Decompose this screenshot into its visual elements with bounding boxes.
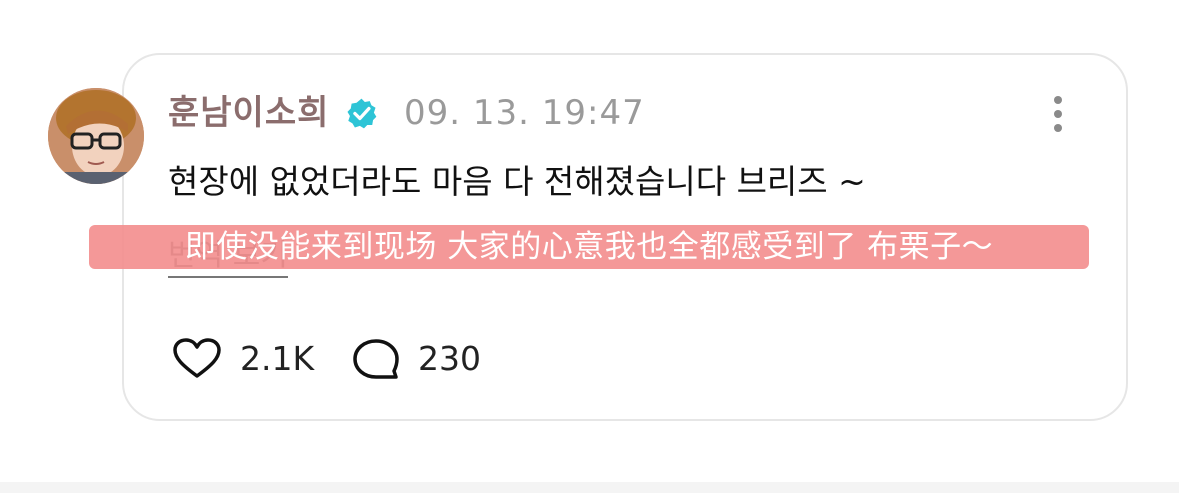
avatar[interactable] xyxy=(48,88,144,184)
avatar-image xyxy=(48,88,144,184)
comment-count: 230 xyxy=(418,339,481,378)
comment-button[interactable]: 230 xyxy=(352,336,492,382)
translation-overlay: 即使没能来到现场 大家的心意我也全都感受到了 布栗子～ xyxy=(89,225,1089,269)
post-timestamp: 09. 13. 19:47 xyxy=(404,93,645,133)
like-count: 2.1K xyxy=(240,339,315,378)
comment-bubble-icon xyxy=(353,339,399,379)
like-button[interactable]: 2.1K xyxy=(172,336,322,382)
verified-badge-icon xyxy=(347,98,377,129)
bottom-divider xyxy=(0,482,1179,493)
more-vertical-icon[interactable] xyxy=(1046,94,1070,134)
post-text: 현장에 없었더라도 마음 다 전해졌습니다 브리즈 ~ xyxy=(168,162,866,201)
heart-icon xyxy=(173,338,221,378)
username[interactable]: 훈남이소희 xyxy=(168,92,329,134)
